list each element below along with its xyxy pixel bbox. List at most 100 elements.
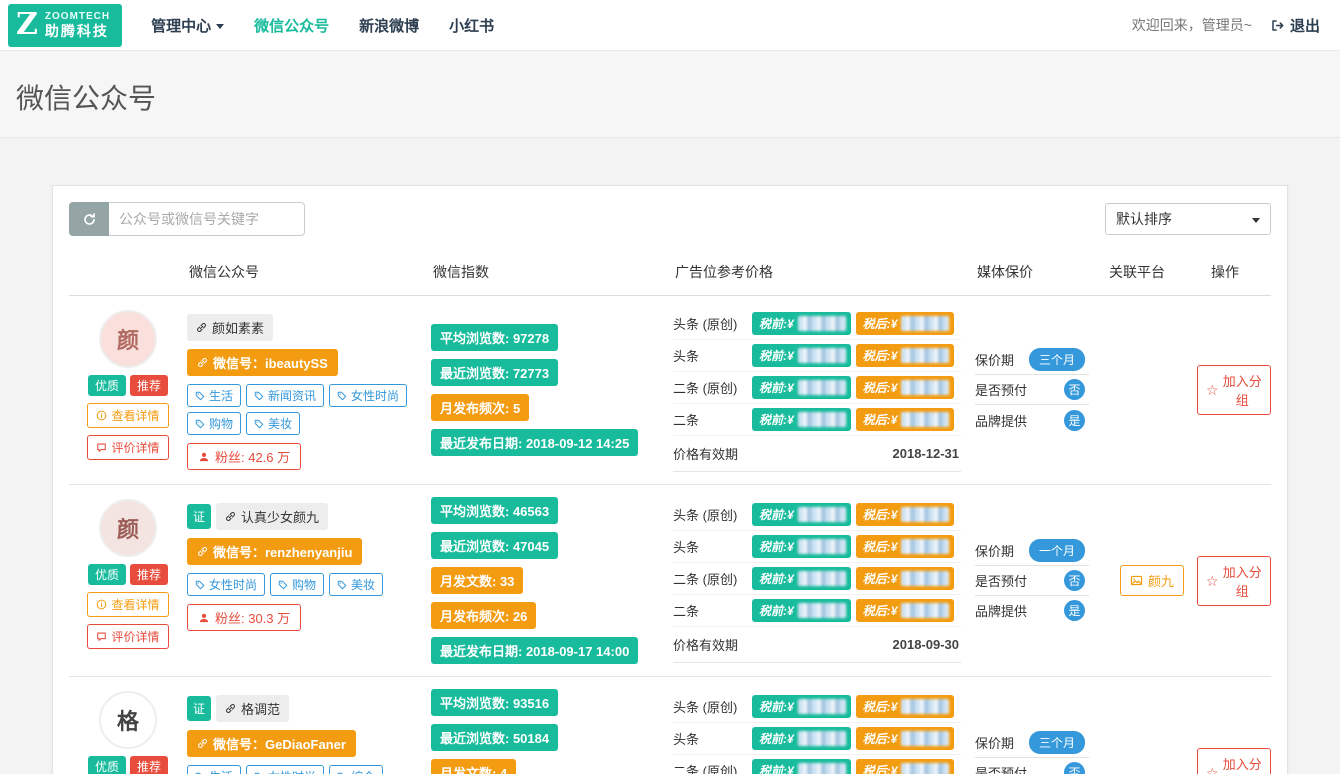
fans-count-badge: 粉丝: 30.3 万: [187, 604, 301, 631]
blurred-price-value: [901, 316, 949, 331]
category-tag[interactable]: 美妆: [329, 573, 383, 596]
stat-badge: 平均浏览数: 97278: [431, 324, 558, 351]
add-to-group-button[interactable]: ☆加入分组: [1197, 365, 1271, 415]
media-guarantee-row: 品牌提供是: [975, 596, 1089, 626]
media-guarantee-value: 三个月: [1029, 348, 1085, 371]
nav-item-admin-center[interactable]: 管理中心: [136, 15, 239, 36]
blurred-price-value: [901, 571, 949, 586]
nav-item-wechat[interactable]: 微信公众号: [239, 15, 344, 36]
category-tag[interactable]: 购物: [187, 412, 241, 435]
price-slot-label: 二条 (原创): [673, 569, 747, 588]
blurred-price-value: [798, 539, 846, 554]
price-after-tax-badge: 税后:¥: [856, 535, 955, 558]
refresh-button[interactable]: [69, 202, 109, 236]
category-tag[interactable]: 女性时尚: [246, 765, 324, 774]
category-tag[interactable]: 美妆: [246, 412, 300, 435]
nav-item-xiaohongshu[interactable]: 小红书: [434, 15, 509, 36]
logout-button[interactable]: 退出: [1270, 15, 1320, 36]
view-detail-button[interactable]: 查看详情: [87, 592, 168, 617]
toolbar: 默认排序: [69, 202, 1271, 236]
stat-badge: 月发布频次: 5: [431, 394, 529, 421]
column-header-price: 广告位参考价格: [673, 262, 975, 282]
category-tag[interactable]: 生活: [187, 765, 241, 774]
linked-platform-cell: [1107, 308, 1197, 472]
stat-badge: 最近发布日期: 2018-09-12 14:25: [431, 429, 638, 456]
price-validity-label: 价格有效期: [673, 635, 738, 654]
avatar: 颜: [99, 310, 157, 368]
page-header: 微信公众号: [0, 51, 1340, 138]
account-info-cell: 证认真少女颜九微信号：renzhenyanjiu女性时尚购物美妆粉丝: 30.3…: [187, 497, 431, 664]
brand-logo[interactable]: Z ZOOMTECH 助腾科技: [8, 4, 122, 47]
ad-price-row: 头条 (原创)税前:¥税后:¥: [673, 691, 961, 723]
blurred-price-value: [901, 763, 949, 774]
ad-price-row: 头条税前:¥税后:¥: [673, 340, 961, 372]
add-to-group-button[interactable]: ☆加入分组: [1197, 556, 1271, 606]
price-slot-label: 头条 (原创): [673, 505, 747, 524]
account-profile-cell: 颜优质推荐查看详情评价详情: [69, 308, 187, 472]
linked-platform-badge[interactable]: 颜九: [1120, 565, 1184, 596]
media-guarantee-value: 否: [1064, 379, 1085, 400]
search-input[interactable]: [109, 202, 305, 236]
price-before-tax-badge: 税前:¥: [752, 599, 851, 622]
category-tag[interactable]: 综合: [329, 765, 383, 774]
price-before-tax-badge: 税前:¥: [752, 695, 851, 718]
blurred-price-value: [901, 507, 949, 522]
price-validity-date: 2018-12-31: [893, 446, 960, 461]
column-header-index: 微信指数: [431, 262, 673, 282]
media-guarantee-row: 是否预付否: [975, 758, 1089, 774]
account-name-badge[interactable]: 格调范: [216, 695, 289, 722]
category-tag[interactable]: 购物: [270, 573, 324, 596]
ad-price-row: 头条税前:¥税后:¥: [673, 531, 961, 563]
linked-platform-cell: 颜九: [1107, 497, 1197, 664]
review-detail-button[interactable]: 评价详情: [87, 624, 168, 649]
star-icon: ☆: [1206, 574, 1219, 588]
account-profile-cell: 颜优质推荐查看详情评价详情: [69, 497, 187, 664]
price-before-tax-badge: 税前:¥: [752, 567, 851, 590]
ad-price-row: 头条 (原创)税前:¥税后:¥: [673, 308, 961, 340]
chevron-down-icon: [216, 24, 224, 29]
wechat-index-cell: 平均浏览数: 97278最近浏览数: 72773月发布频次: 5最近发布日期: …: [431, 308, 673, 472]
account-name-badge[interactable]: 认真少女颜九: [216, 503, 328, 530]
blurred-price-value: [798, 571, 846, 586]
review-detail-button[interactable]: 评价详情: [87, 435, 168, 460]
view-detail-button[interactable]: 查看详情: [87, 403, 168, 428]
brand-name-cn: 助腾科技: [45, 23, 110, 39]
ad-price-row: 二条 (原创)税前:¥税后:¥: [673, 372, 961, 404]
table-row: 颜优质推荐查看详情评价详情证认真少女颜九微信号：renzhenyanjiu女性时…: [69, 485, 1271, 677]
price-slot-label: 二条 (原创): [673, 378, 747, 397]
add-to-group-button[interactable]: ☆加入分组: [1197, 748, 1271, 774]
price-slot-label: 头条: [673, 729, 747, 748]
price-after-tax-badge: 税后:¥: [856, 312, 955, 335]
category-tag[interactable]: 生活: [187, 384, 241, 407]
price-validity-row: 价格有效期2018-12-31: [673, 436, 961, 472]
category-tags: 女性时尚购物美妆: [187, 573, 383, 596]
logo-z-mark: Z: [16, 10, 38, 40]
column-header-platform: 关联平台: [1107, 262, 1197, 282]
link-icon: [197, 546, 208, 557]
comment-icon: [96, 631, 107, 642]
media-guarantee-value: 一个月: [1029, 539, 1085, 562]
category-tag[interactable]: 新闻资讯: [246, 384, 324, 407]
blurred-price-value: [798, 507, 846, 522]
sort-dropdown[interactable]: 默认排序: [1105, 203, 1271, 235]
price-after-tax-badge: 税后:¥: [856, 408, 955, 431]
price-after-tax-badge: 税后:¥: [856, 695, 955, 718]
nav-item-weibo[interactable]: 新浪微博: [344, 15, 434, 36]
tag-icon: [278, 580, 288, 590]
price-before-tax-badge: 税前:¥: [752, 408, 851, 431]
category-tag[interactable]: 女性时尚: [187, 573, 265, 596]
blurred-price-value: [798, 380, 846, 395]
ad-price-row: 二条税前:¥税后:¥: [673, 595, 961, 627]
wechat-id-badge: 微信号：renzhenyanjiu: [187, 538, 362, 565]
comment-icon: [96, 442, 107, 453]
price-slot-label: 头条 (原创): [673, 314, 747, 333]
account-name-badge[interactable]: 颜如素素: [187, 314, 273, 341]
main-nav: 管理中心 微信公众号 新浪微博 小红书: [136, 15, 509, 36]
users-icon: [198, 451, 210, 463]
media-guarantee-row: 品牌提供是: [975, 405, 1089, 435]
price-slot-label: 头条: [673, 537, 747, 556]
tag-icon: [195, 419, 205, 429]
avatar: 颜: [99, 499, 157, 557]
column-header-profile: [69, 262, 187, 282]
category-tag[interactable]: 女性时尚: [329, 384, 407, 407]
